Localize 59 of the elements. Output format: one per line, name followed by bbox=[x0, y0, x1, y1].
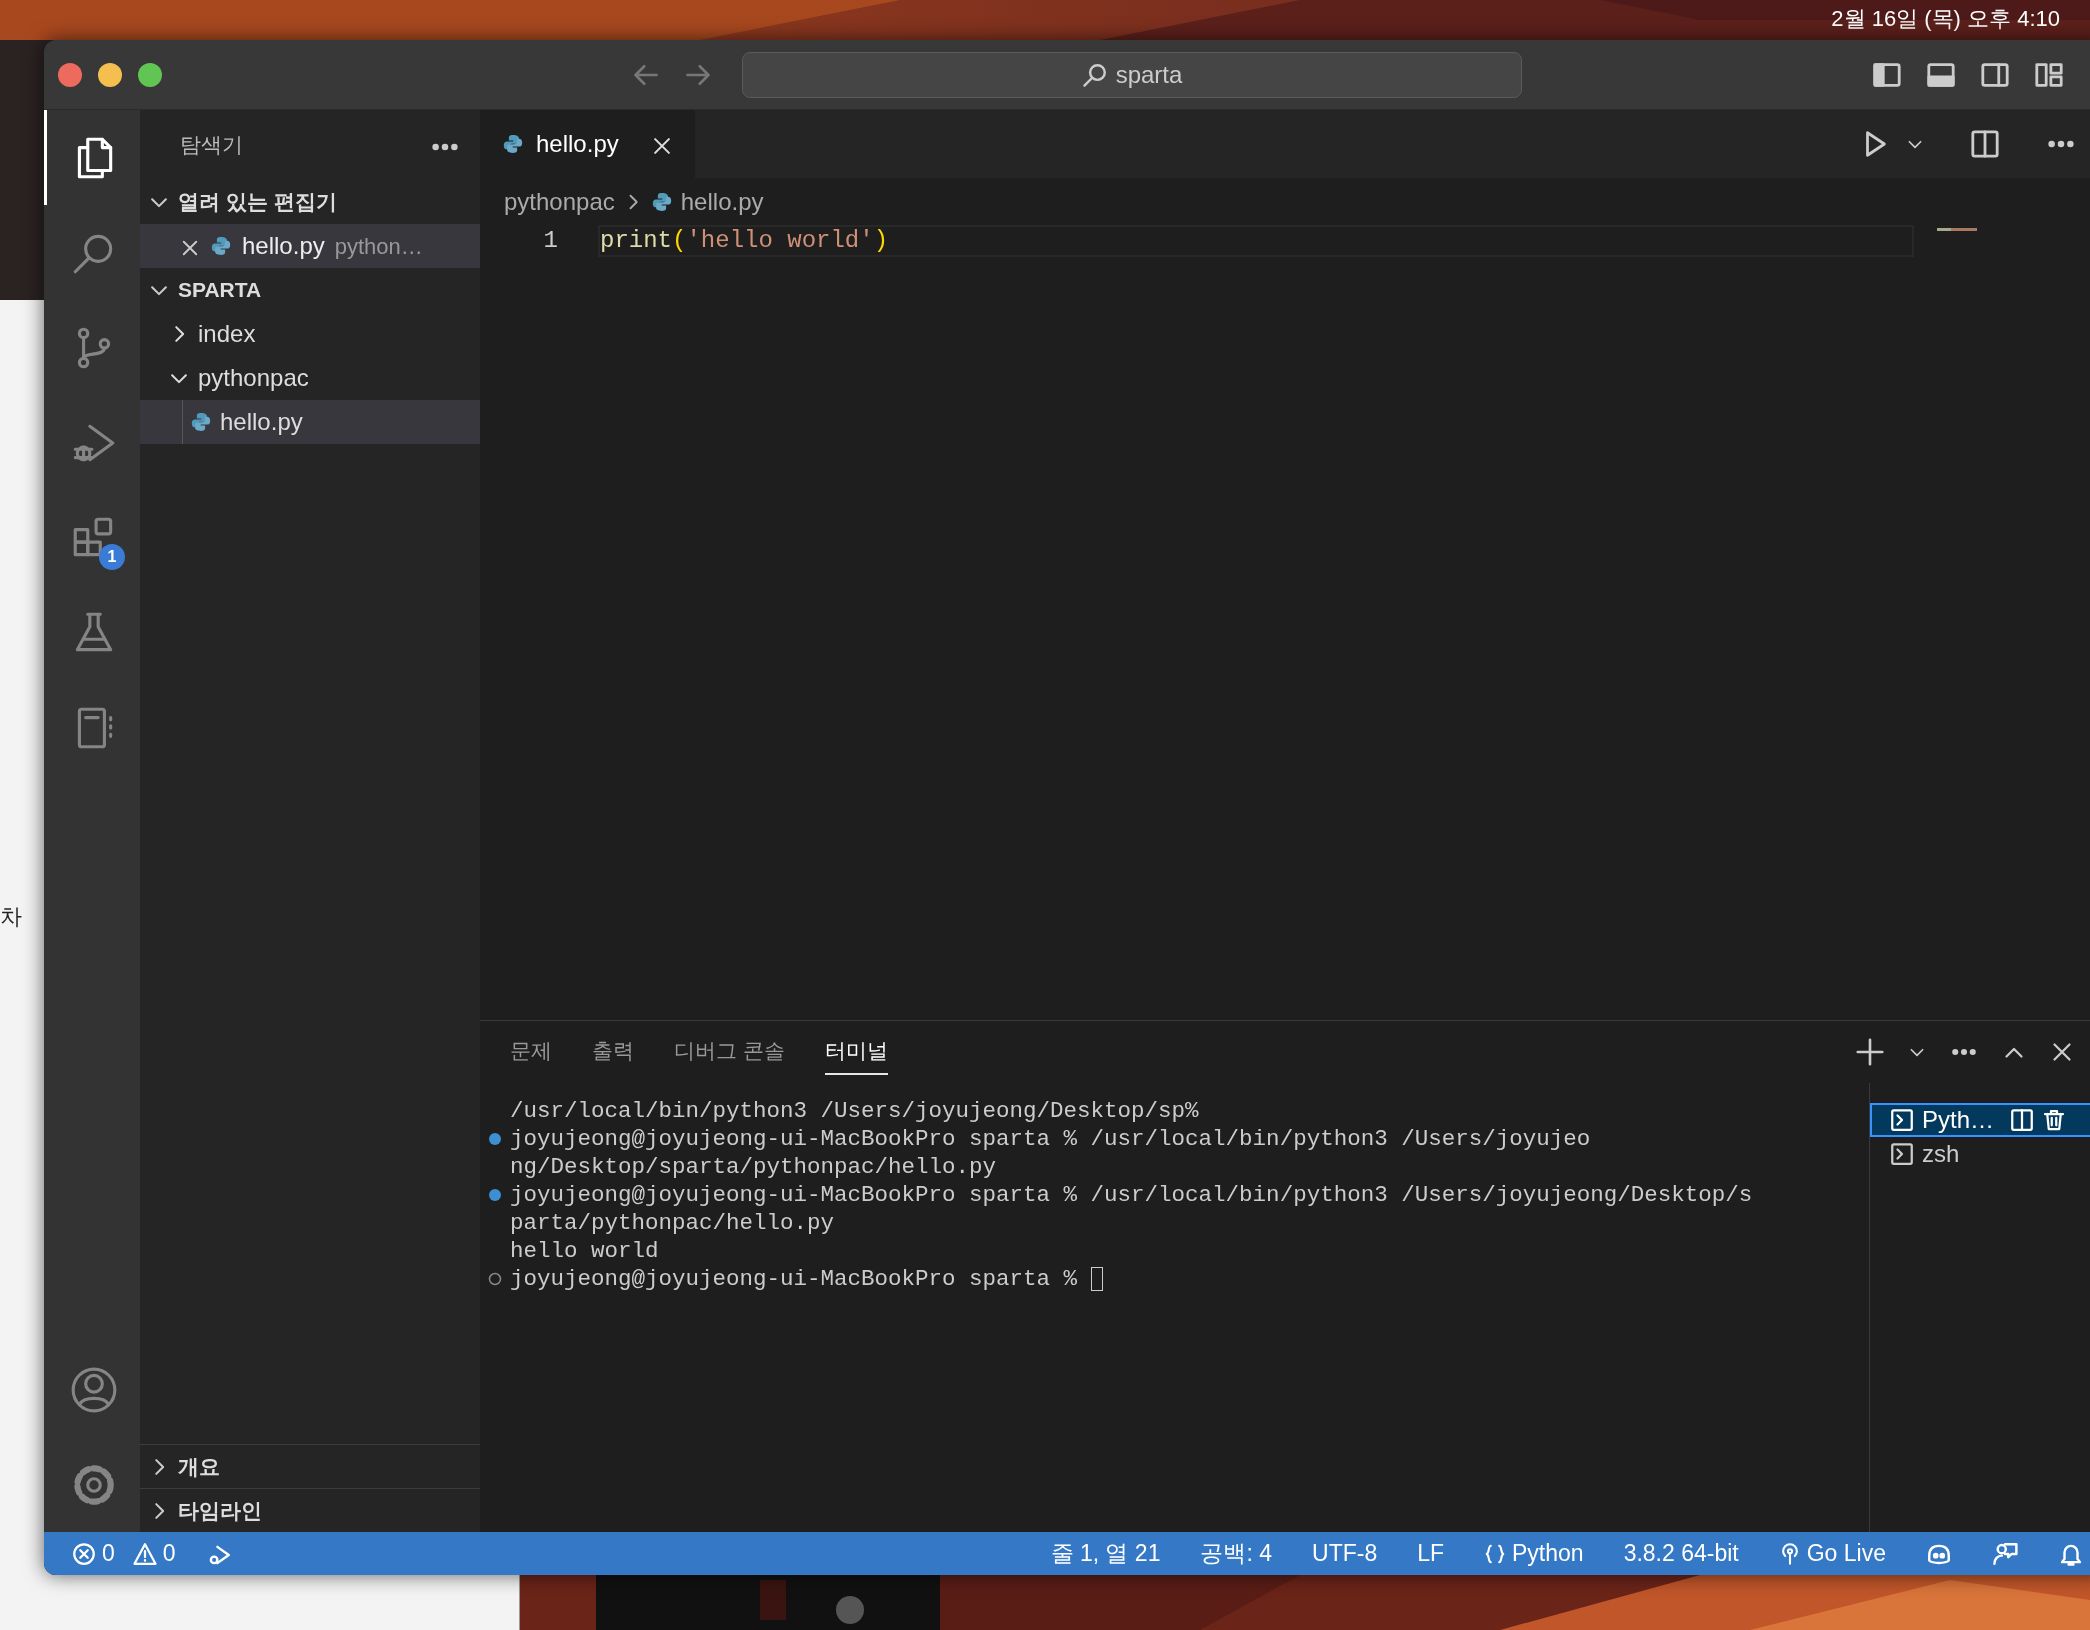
minimap-drawing bbox=[1937, 228, 1979, 232]
status-item[interactable]: 3.8.2 64-bit bbox=[1623, 1536, 1739, 1571]
terminal-list-item[interactable]: Pyth… bbox=[1870, 1103, 2090, 1137]
terminal-line: joyujeong@joyujeong-ui-MacBookPro sparta % /usr/local/bin/python3 /Users/joyujeo bbox=[510, 1128, 1591, 1150]
status-item[interactable]: Go Live bbox=[1778, 1536, 1886, 1571]
panel-tab[interactable]: 문제 bbox=[510, 1029, 552, 1075]
breadcrumb[interactable]: pythonpac bbox=[504, 183, 615, 220]
python-icon bbox=[210, 235, 232, 257]
status-item[interactable]: LF bbox=[1417, 1536, 1445, 1571]
terminal-list-item[interactable]: zsh bbox=[1870, 1137, 2090, 1171]
section-header[interactable]: 개요 bbox=[178, 1450, 220, 1483]
plus-icon[interactable] bbox=[1856, 1038, 1884, 1066]
split-editor-icon[interactable] bbox=[1970, 129, 2000, 159]
close-window-button[interactable] bbox=[58, 62, 82, 87]
close-icon[interactable] bbox=[2050, 1040, 2074, 1064]
line-number: 1 bbox=[542, 226, 558, 256]
panel-tab[interactable]: 터미널 bbox=[824, 1029, 888, 1075]
section-header[interactable]: SPARTA bbox=[178, 274, 262, 306]
background-window-text: 차 bbox=[0, 903, 22, 931]
search-icon bbox=[1081, 61, 1108, 88]
count-badge: 1 bbox=[99, 544, 125, 570]
warning-icon bbox=[132, 1541, 157, 1566]
terminal-line: hello world bbox=[510, 1240, 659, 1262]
terminal-line: joyujeong@joyujeong-ui-MacBookPro sparta % bbox=[510, 1268, 1079, 1290]
error-icon bbox=[72, 1541, 96, 1566]
problems-status[interactable]: 0 0 bbox=[44, 1536, 176, 1571]
terminal-icon bbox=[1890, 1142, 1914, 1166]
trash-icon[interactable] bbox=[2042, 1108, 2067, 1132]
tree-item[interactable]: hello.py bbox=[140, 400, 480, 444]
status-item[interactable]: 공백: 4 bbox=[1200, 1536, 1272, 1571]
menubar-clock: 2월 16일 (목) 오후 4:10 bbox=[1831, 5, 2060, 33]
code-line: print('hello world') bbox=[600, 226, 889, 256]
python-icon bbox=[650, 190, 673, 213]
status-item[interactable]: Python bbox=[1484, 1536, 1584, 1571]
section-header[interactable]: 타임라인 bbox=[178, 1494, 262, 1527]
terminal-line: ng/Desktop/sparta/pythonpac/hello.py bbox=[510, 1156, 997, 1178]
braces-icon bbox=[1484, 1542, 1507, 1565]
panel-tab[interactable]: 출력 bbox=[592, 1029, 634, 1075]
terminal-line: parta/pythonpac/hello.py bbox=[510, 1212, 835, 1234]
zoom-window-button[interactable] bbox=[138, 62, 162, 87]
minimize-window-button[interactable] bbox=[98, 62, 122, 87]
feedback-icon[interactable] bbox=[1992, 1540, 2018, 1567]
section-header[interactable]: 열려 있는 편집기 bbox=[178, 186, 337, 218]
status-item[interactable]: 줄 1, 열 21 bbox=[1050, 1536, 1161, 1571]
panel-tab[interactable]: 디버그 콘솔 bbox=[674, 1029, 785, 1075]
python-icon bbox=[502, 133, 524, 155]
command-search-field[interactable]: sparta bbox=[742, 51, 1522, 98]
status-item[interactable]: UTF-8 bbox=[1312, 1536, 1378, 1571]
terminal-line: /usr/local/bin/python3 /Users/joyujeong/Desktop/sp% bbox=[510, 1100, 1199, 1122]
open-editor-item[interactable]: hello.py python… bbox=[140, 224, 480, 268]
sidebar-title: 탐색기 bbox=[180, 132, 243, 159]
breadcrumb[interactable]: hello.py bbox=[680, 183, 764, 220]
editor-tab[interactable]: hello.py bbox=[480, 110, 695, 178]
terminal-line: joyujeong@joyujeong-ui-MacBookPro sparta % /usr/local/bin/python3 /Users/joyujeong/Desktop/s bbox=[510, 1184, 1753, 1206]
split-terminal-icon[interactable] bbox=[2010, 1108, 2035, 1132]
tree-item[interactable]: index bbox=[140, 312, 480, 356]
python-icon bbox=[190, 411, 212, 433]
tree-item[interactable]: pythonpac bbox=[140, 356, 480, 400]
terminal-icon bbox=[1890, 1108, 1914, 1132]
